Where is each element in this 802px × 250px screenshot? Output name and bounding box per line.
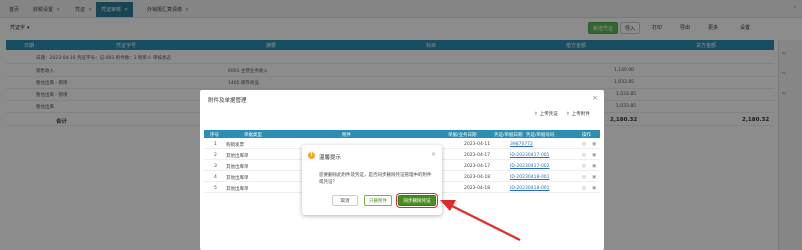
delete-icon[interactable]: ▣ [592, 186, 596, 191]
row-type: 其他出库单 [226, 165, 249, 170]
row-index: 5 [214, 186, 217, 191]
row-number-link[interactable]: 39870772 [510, 142, 533, 147]
sync-delete-label: 同步删除凭证 [403, 198, 431, 204]
confirm-title: 温馨提示 [319, 155, 342, 161]
column-header: 单据类型 [244, 133, 262, 138]
row-date: 2023-04-18 [464, 186, 491, 191]
row-type: 其他出库单 [226, 187, 249, 192]
sync-delete-voucher-button[interactable]: 同步删除凭证 [396, 193, 438, 208]
row-index: 3 [214, 164, 217, 169]
row-type: 其他出库单 [226, 176, 249, 181]
row-date: 2023-04-11 [464, 142, 491, 147]
row-date: 2023-04-17 [464, 164, 491, 169]
view-icon[interactable]: ◎ [582, 164, 586, 169]
delete-icon[interactable]: ▣ [592, 142, 596, 147]
confirm-message: 您要删除此附件及凭证，是否同步删除凭证管理中的附件或凭证？ [319, 173, 432, 185]
attachment-table-header: 序号 单据类型 附件 单据/业务日期 凭证/单据日期 凭证/单据号码 操作 [204, 130, 600, 138]
row-number-link[interactable]: ID-20230417-002 [510, 164, 550, 169]
row-number-link[interactable]: ID-20230418-001 [510, 175, 550, 180]
cancel-button[interactable]: 取消 [332, 195, 358, 206]
warning-icon: ! [308, 152, 315, 159]
upload-voucher-label: 上传凭证 [539, 112, 558, 117]
row-date: 2023-04-17 [464, 153, 491, 158]
view-icon[interactable]: ◎ [582, 142, 586, 147]
delete-icon[interactable]: ▣ [592, 175, 596, 180]
dialog-title: 附件及单据管理 [208, 98, 247, 104]
close-icon[interactable]: × [431, 151, 436, 158]
row-number-link[interactable]: ID-20230418-001 [510, 186, 550, 191]
column-header: 单据/业务日期 [448, 133, 477, 138]
delete-icon[interactable]: ▣ [592, 164, 596, 169]
upload-voucher-button[interactable]: ⇧ 上传凭证 [534, 111, 558, 118]
delete-icon[interactable]: ▣ [592, 153, 596, 158]
row-index: 1 [214, 142, 217, 147]
view-icon[interactable]: ◎ [582, 153, 586, 158]
upload-attachment-label: 上传附件 [571, 112, 590, 117]
confirm-dialog: ! 温馨提示 × 您要删除此附件及凭证，是否同步删除凭证管理中的附件或凭证？ 取… [302, 145, 442, 215]
view-icon[interactable]: ◎ [582, 186, 586, 191]
upload-icon: ⇧ [566, 111, 570, 117]
column-header: 附件 [342, 133, 351, 138]
row-type: 其他出库单 [226, 154, 249, 159]
column-header: 凭证/单据号码 [526, 133, 555, 138]
upload-icon: ⇧ [534, 111, 538, 117]
cancel-label: 取消 [340, 198, 350, 204]
column-header: 操作 [582, 133, 591, 138]
row-index: 2 [214, 153, 217, 158]
row-number-link[interactable]: ID-20230417-001 [510, 153, 550, 158]
delete-only-label: 只删附件 [369, 198, 387, 204]
close-icon[interactable]: × [592, 94, 598, 102]
delete-attachment-only-button[interactable]: 只删附件 [364, 195, 392, 206]
row-index: 4 [214, 175, 217, 180]
view-icon[interactable]: ◎ [582, 175, 586, 180]
row-type: 购销发票 [226, 143, 244, 148]
row-date: 2023-04-18 [464, 175, 491, 180]
column-header: 序号 [210, 133, 219, 138]
column-header: 凭证/单据日期 [494, 133, 523, 138]
upload-attachment-button[interactable]: ⇧ 上传附件 [566, 111, 590, 118]
